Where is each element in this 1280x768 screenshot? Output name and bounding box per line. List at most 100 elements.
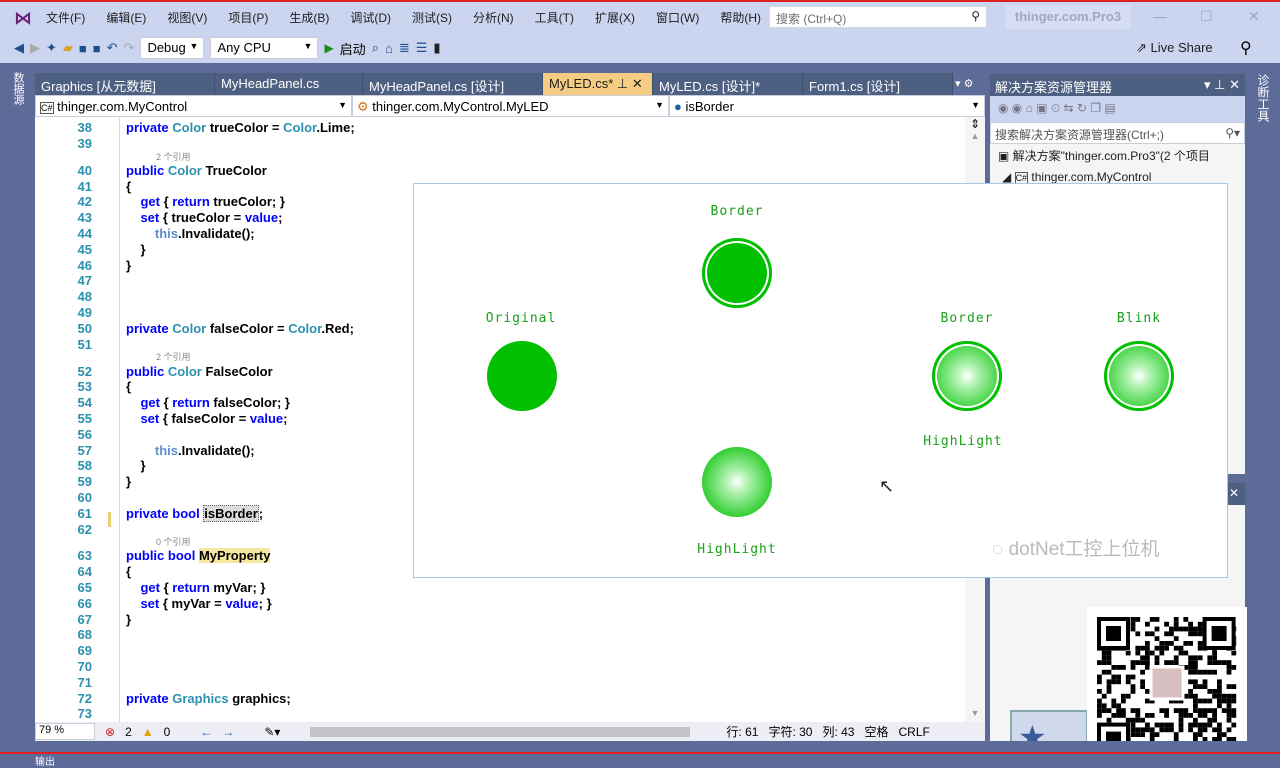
tab-label: MyHeadPanel.cs [设计]	[369, 79, 505, 94]
code-text: private Graphics graphics;	[92, 691, 291, 707]
close-button[interactable]: ✕	[1248, 8, 1260, 25]
code-token: MyProperty	[198, 548, 271, 564]
open-icon[interactable]: ▰	[63, 40, 73, 56]
menu-item[interactable]: 窗口(W)	[656, 9, 699, 26]
project-label: thinger.com.MyControl	[1031, 170, 1152, 184]
close-tab-icon[interactable]: ⊥ ✕	[613, 76, 643, 91]
tab-label: MyLED.cs [设计]*	[659, 79, 761, 94]
code-token: return	[172, 395, 214, 411]
code-token: this	[154, 442, 179, 458]
pin-close-icon[interactable]: ▾ ⊥ ✕	[1204, 77, 1240, 93]
search-input[interactable]: 搜索 (Ctrl+Q) ⚲	[769, 6, 987, 28]
line-number: 55	[77, 410, 92, 426]
line-ending-indicator[interactable]: CRLF	[899, 725, 930, 739]
cleanup-icon[interactable]: ✎▾	[264, 725, 280, 739]
tree-item-solution[interactable]: ▣ 解决方案"thinger.com.Pro3"(2 个项目	[990, 144, 1245, 167]
zoom-select[interactable]: 79 %	[35, 723, 95, 740]
led-border-highlight[interactable]	[932, 341, 1002, 411]
new-project-icon[interactable]: ✦	[46, 40, 57, 56]
save-all-icon[interactable]: ■	[93, 41, 101, 56]
back-icon[interactable]: ◀	[14, 40, 24, 56]
warning-icon[interactable]: ▲	[142, 725, 154, 739]
nav-forward-icon[interactable]: →	[222, 725, 234, 739]
indent-icon[interactable]: ≣	[399, 40, 410, 56]
led-highlight[interactable]	[702, 447, 772, 517]
editor-status-bar: 79 % ⊗ 2 ▲ 0 ← → ✎▾ 行: 61 字符: 30 列: 43 空格 C…	[35, 722, 985, 741]
error-icon[interactable]: ⊗	[105, 725, 115, 739]
search-icon: ⚲	[971, 9, 980, 23]
home-icon[interactable]: ◉ ◉ ⌂ ▣ ⏲ ⇆ ↻ ❐ ▤	[990, 96, 1124, 121]
find-icon[interactable]: ⌕	[372, 40, 379, 56]
undo-icon[interactable]: ↶	[107, 40, 118, 56]
member-dropdown[interactable]: ● isBorder ▼	[669, 95, 985, 117]
live-share-button[interactable]: ⇗ Live Share	[1136, 40, 1213, 56]
home-icon[interactable]: ⌂	[385, 41, 393, 56]
scroll-up-icon[interactable]: ▲	[965, 131, 985, 141]
line-number: 40	[77, 162, 92, 178]
split-icon[interactable]: ⇕	[965, 117, 985, 131]
feedback-icon[interactable]: ⚲	[1240, 38, 1252, 58]
tab-3[interactable]: MyLED.cs* ⊥ ✕	[543, 73, 653, 95]
config-select[interactable]: Debug ▼	[140, 37, 205, 59]
start-button[interactable]: 启动	[340, 39, 366, 58]
led-top-border[interactable]	[702, 238, 772, 308]
whitespace-indicator[interactable]: 空格	[865, 723, 889, 740]
menu-item[interactable]: 项目(P)	[228, 9, 268, 26]
maximize-button[interactable]: ☐	[1200, 8, 1213, 25]
diagnostic-tools-tab[interactable]: 诊断工具	[1255, 74, 1272, 122]
led-blink[interactable]	[1104, 341, 1174, 411]
code-token: trueColor =	[209, 120, 284, 135]
forward-icon[interactable]: ▶	[30, 40, 40, 56]
menu-item[interactable]: 视图(V)	[167, 9, 207, 26]
code-text: }	[92, 474, 131, 490]
tab-overflow-icon[interactable]: ▾ ⚙	[955, 77, 973, 90]
code-token: {	[126, 178, 132, 194]
minimize-button[interactable]: —	[1153, 8, 1167, 24]
platform-select[interactable]: Any CPU ▼	[210, 37, 319, 59]
scroll-down-icon[interactable]: ▼	[965, 708, 985, 718]
tab-0[interactable]: Graphics [从元数据]	[35, 73, 215, 95]
led-label-border: Border	[940, 311, 994, 326]
code-token: bool	[172, 505, 204, 521]
tab-2[interactable]: MyHeadPanel.cs [设计]	[363, 73, 543, 95]
tab-1[interactable]: MyHeadPanel.cs	[215, 73, 363, 95]
project-value: thinger.com.MyControl	[57, 99, 188, 114]
code-token: falseColor =	[209, 320, 289, 336]
bookmark-icon[interactable]: ▮	[433, 40, 440, 56]
code-token: ;	[258, 505, 264, 521]
save-icon[interactable]: ■	[79, 41, 87, 56]
menu-item[interactable]: 测试(S)	[412, 9, 452, 26]
code-text: {	[92, 564, 131, 580]
tab-label: Form1.cs [设计]	[809, 79, 901, 94]
class-dropdown[interactable]: ⚙ thinger.com.MyControl.MyLED ▼	[352, 95, 669, 117]
code-line: 70	[35, 659, 965, 675]
nav-back-icon[interactable]: ←	[200, 725, 212, 739]
menu-item[interactable]: 调试(D)	[350, 9, 391, 26]
line-number: 60	[77, 489, 92, 505]
data-sources-tab[interactable]: 数据源	[12, 72, 26, 105]
tab-4[interactable]: MyLED.cs [设计]*	[653, 73, 803, 95]
redo-icon[interactable]: ↷	[124, 40, 135, 56]
project-dropdown[interactable]: C# thinger.com.MyControl ▼	[35, 95, 352, 117]
solution-search-input[interactable]: 搜索解决方案资源管理器(Ctrl+;) ⚲▾	[990, 122, 1245, 144]
tab-5[interactable]: Form1.cs [设计]	[803, 73, 953, 95]
solution-explorer-title: 解决方案资源管理器	[995, 80, 1113, 95]
led-original[interactable]	[487, 341, 557, 411]
code-token: get	[140, 580, 164, 596]
menu-item[interactable]: 编辑(E)	[106, 9, 146, 26]
menu-item[interactable]: 扩展(X)	[595, 9, 635, 26]
menu-item[interactable]: 生成(B)	[289, 9, 329, 26]
menu-item[interactable]: 文件(F)	[46, 9, 85, 26]
comment-icon[interactable]: ☰	[416, 40, 428, 56]
reference-count[interactable]: 2 个引用	[35, 152, 965, 163]
menu-item[interactable]: 工具(T)	[535, 9, 574, 26]
menu-item[interactable]: 分析(N)	[473, 9, 514, 26]
tab-label: MyHeadPanel.cs	[221, 76, 320, 91]
menu-item[interactable]: 帮助(H)	[720, 9, 761, 26]
horizontal-scrollbar[interactable]	[310, 726, 691, 737]
output-tab[interactable]: 输出	[35, 753, 55, 768]
